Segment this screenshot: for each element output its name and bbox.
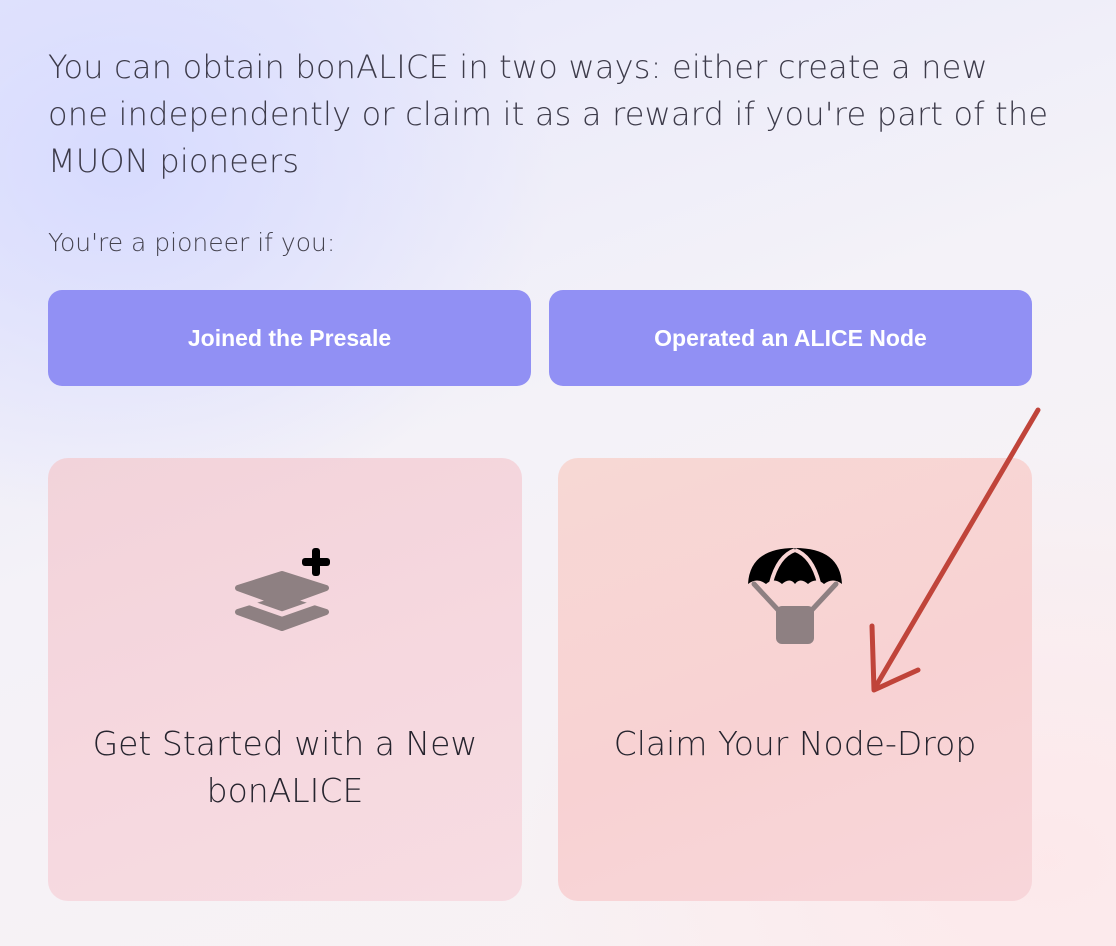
new-bonalice-title: Get Started with a New bonALICE — [92, 724, 478, 810]
new-bonalice-card[interactable]: Get Started with a New bonALICE — [48, 458, 522, 901]
joined-presale-button[interactable]: Joined the Presale — [48, 290, 531, 386]
intro-text: You can obtain bonALICE in two ways: eit… — [48, 48, 1049, 180]
layers-plus-icon — [230, 546, 340, 660]
pioneer-label: You're a pioneer if you: — [48, 228, 336, 257]
airdrop-parachute-icon — [740, 546, 850, 660]
annotation-arrow-icon — [860, 400, 1050, 704]
claim-node-drop-title: Claim Your Node-Drop — [613, 724, 977, 763]
operated-alice-node-button[interactable]: Operated an ALICE Node — [549, 290, 1032, 386]
